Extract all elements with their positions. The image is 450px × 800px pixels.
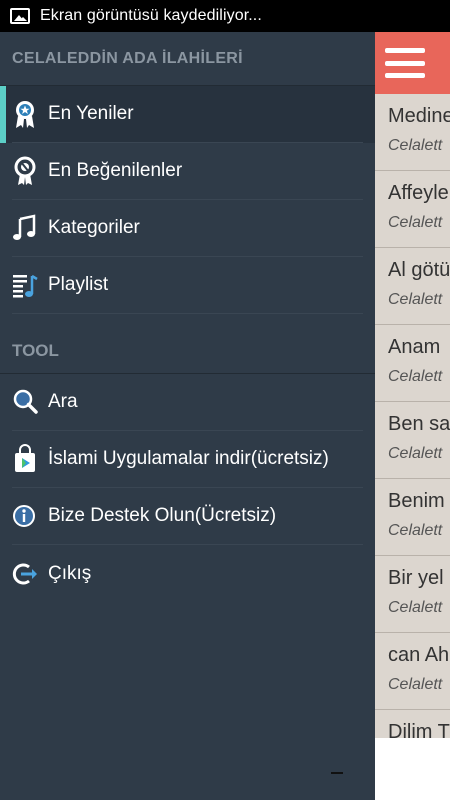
play-store-bag-icon	[12, 444, 38, 474]
nav-item-label: En Beğenilenler	[48, 160, 183, 181]
list-item[interactable]: Al götü Celalett	[375, 248, 450, 325]
drawer-title: CELALEDDİN ADA İLAHİLERİ	[0, 32, 375, 86]
list-item[interactable]: Medine Celalett	[375, 94, 450, 171]
search-icon	[12, 387, 38, 417]
list-item-title: can Ah	[388, 644, 450, 666]
list-item[interactable]: can Ah Celalett	[375, 633, 450, 710]
list-item-subtitle: Celalett	[388, 291, 443, 308]
nav-item-bize-destek[interactable]: Bize Destek Olun(Ücretsiz)	[12, 488, 363, 545]
nav-item-label: En Yeniler	[48, 103, 134, 124]
navigation-drawer: CELALEDDİN ADA İLAHİLERİ En Yeniler En B…	[0, 32, 375, 800]
list-item-title: Benim	[388, 490, 445, 512]
list-item-subtitle: Celalett	[388, 676, 443, 693]
list-item-title: Dilim T	[388, 721, 450, 738]
list-item-title: Ben sa	[388, 413, 450, 435]
active-indicator	[0, 86, 6, 143]
nav-item-islami-uygulamalar[interactable]: İslami Uygulamalar indir(ücretsiz)	[12, 431, 363, 488]
nav-item-cikis[interactable]: Çıkış	[12, 545, 363, 602]
playlist-icon	[12, 270, 38, 300]
list-item-subtitle: Celalett	[388, 445, 443, 462]
hamburger-menu-icon[interactable]	[385, 48, 425, 78]
award-ribbon-icon	[12, 99, 38, 129]
nav-item-kategoriler[interactable]: Kategoriler	[12, 200, 363, 257]
list-item-subtitle: Celalett	[388, 368, 443, 385]
nav-item-label: Çıkış	[48, 562, 92, 584]
list-item-title: Bir yel	[388, 567, 444, 589]
tool-section-title: TOOL	[0, 322, 375, 374]
nav-item-en-yeniler[interactable]: En Yeniler	[12, 86, 363, 143]
image-icon	[10, 8, 30, 24]
list-item[interactable]: Dilim T	[375, 710, 450, 738]
nav-item-en-begenilenler[interactable]: En Beğenilenler	[12, 143, 363, 200]
list-item[interactable]: Anam Celalett	[375, 325, 450, 402]
status-text: Ekran görüntüsü kaydediliyor...	[40, 7, 262, 24]
bottom-area	[375, 738, 450, 800]
song-list: Medine Celalett Affeyle Celalett Al götü Ce…	[375, 94, 450, 738]
nav-item-label: Kategoriler	[48, 217, 140, 238]
list-item[interactable]: Benim Celalett	[375, 479, 450, 556]
medal-icon	[12, 156, 38, 186]
list-item-subtitle: Celalett	[388, 137, 443, 154]
status-bar: Ekran görüntüsü kaydediliyor...	[0, 0, 450, 32]
nav-item-ara[interactable]: Ara	[12, 374, 363, 431]
list-item[interactable]: Bir yel Celalett	[375, 556, 450, 633]
list-item-subtitle: Celalett	[388, 522, 443, 539]
list-item-title: Medine	[388, 105, 450, 127]
nav-item-label: Bize Destek Olun(Ücretsiz)	[48, 505, 277, 526]
active-item-wrap: En Yeniler	[0, 86, 375, 143]
list-item-title: Al götü	[388, 259, 450, 281]
nav-item-label: Playlist	[48, 274, 109, 295]
list-item-title: Affeyle	[388, 182, 449, 204]
info-icon	[12, 501, 38, 531]
nav-item-label: İslami Uygulamalar indir(ücretsiz)	[48, 448, 329, 469]
main-content: Medine Celalett Affeyle Celalett Al götü Ce…	[375, 32, 450, 800]
divider-mark	[331, 772, 343, 774]
music-note-icon	[12, 213, 38, 243]
exit-icon	[12, 559, 38, 589]
list-item-title: Anam	[388, 336, 441, 358]
list-item[interactable]: Affeyle Celalett	[375, 171, 450, 248]
nav-item-playlist[interactable]: Playlist	[12, 257, 363, 314]
list-item-subtitle: Celalett	[388, 214, 443, 231]
list-item[interactable]: Ben sa Celalett	[375, 402, 450, 479]
list-item-subtitle: Celalett	[388, 599, 443, 616]
nav-item-label: Ara	[48, 391, 78, 412]
app-bar	[375, 32, 450, 94]
